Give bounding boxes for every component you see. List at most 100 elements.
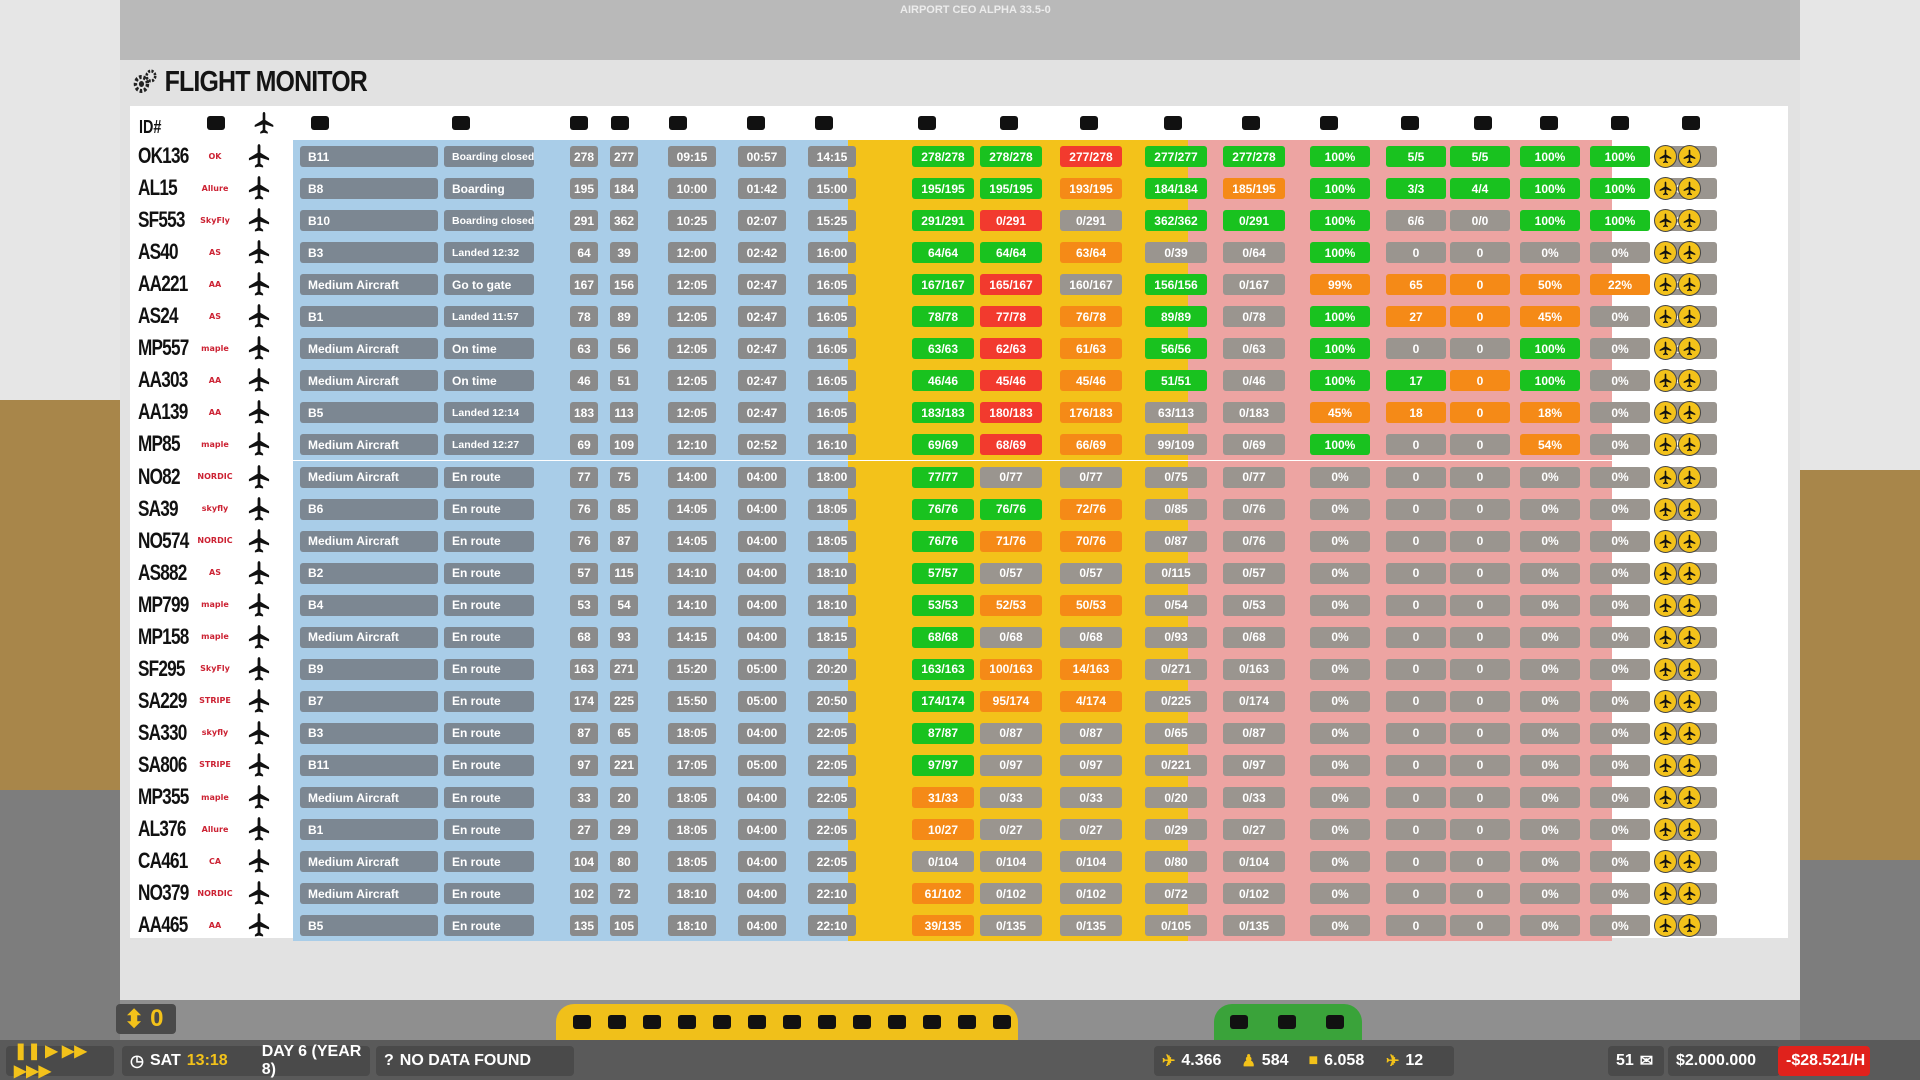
vehicle-build-icon[interactable] <box>1323 1010 1347 1034</box>
table-row[interactable]: NO574 NORDIC Medium Aircraft En route 76 87 14… <box>130 524 1788 557</box>
table-row[interactable]: AA465 AA B5 En route 135 105 18:10 04:00 22:10 39… <box>130 909 1788 942</box>
view-flight-button[interactable] <box>1678 497 1701 521</box>
table-row[interactable]: SF295 SkyFly B9 En route 163 271 15:20 05:00 20:… <box>130 652 1788 685</box>
view-flight-button[interactable] <box>1678 145 1701 168</box>
table-row[interactable]: AS40 AS B3 Landed 12:32 64 39 12:00 02:42 16:00 6… <box>130 236 1788 269</box>
level-box[interactable]: ⬍ 0 <box>116 1004 176 1034</box>
follow-aircraft-button[interactable] <box>1654 465 1677 489</box>
mail-box[interactable]: 51 ✉ <box>1608 1046 1664 1076</box>
table-row[interactable]: SA229 STRIPE B7 En route 174 225 15:50 05:00 20:… <box>130 684 1788 717</box>
checkin-desk-icon[interactable] <box>570 1010 594 1034</box>
table-row[interactable]: CA461 CA Medium Aircraft En route 104 80 18:05… <box>130 845 1788 878</box>
follow-aircraft-button[interactable] <box>1654 721 1677 745</box>
stand-field[interactable]: B3 <box>300 722 438 744</box>
stand-field[interactable]: B1 <box>300 819 438 841</box>
security-icon[interactable] <box>745 1010 769 1034</box>
table-row[interactable]: AA139 AA B5 Landed 12:14 183 113 12:05 02:47 16:… <box>130 396 1788 429</box>
view-flight-button[interactable] <box>1678 818 1701 842</box>
shop-icon[interactable] <box>850 1010 874 1034</box>
refresh-icon[interactable] <box>1227 1010 1251 1034</box>
stand-field[interactable]: Medium Aircraft <box>300 466 438 488</box>
table-row[interactable]: SA39 skyfly B6 En route 76 85 14:05 04:00 18:05 7… <box>130 492 1788 525</box>
table-row[interactable]: SA806 STRIPE B11 En route 97 221 17:05 05:00 22:… <box>130 748 1788 781</box>
table-row[interactable]: SF553 SkyFly B10 Boarding closed 291 362 10:25… <box>130 204 1788 237</box>
follow-aircraft-button[interactable] <box>1654 786 1677 809</box>
table-row[interactable]: AS882 AS B2 En route 57 115 14:10 04:00 18:10 57/… <box>130 556 1788 589</box>
stand-field[interactable]: B10 <box>300 210 438 232</box>
stand-field[interactable]: B4 <box>300 594 438 616</box>
follow-aircraft-button[interactable] <box>1654 753 1677 777</box>
follow-aircraft-button[interactable] <box>1654 561 1677 585</box>
view-flight-button[interactable] <box>1678 625 1701 649</box>
follow-aircraft-button[interactable] <box>1654 593 1677 617</box>
stand-field[interactable]: Medium Aircraft <box>300 787 438 808</box>
aircraft-tool-icon[interactable] <box>605 1010 629 1034</box>
baggage-icon[interactable] <box>780 1010 804 1034</box>
stand-field[interactable]: Medium Aircraft <box>300 530 438 552</box>
alert-box[interactable]: ? NO DATA FOUND <box>376 1046 574 1076</box>
view-flight-button[interactable] <box>1678 721 1701 745</box>
grid-icon[interactable] <box>1275 1010 1299 1034</box>
view-flight-button[interactable] <box>1678 657 1701 681</box>
stand-field[interactable]: B2 <box>300 562 438 584</box>
view-flight-button[interactable] <box>1678 529 1701 553</box>
stand-field[interactable]: B5 <box>300 915 438 937</box>
stand-field[interactable]: Medium Aircraft <box>300 883 438 905</box>
view-flight-button[interactable] <box>1678 177 1701 201</box>
plant-icon[interactable] <box>955 1010 979 1034</box>
follow-aircraft-button[interactable] <box>1654 689 1677 713</box>
table-row[interactable]: AA221 AA Medium Aircraft Go to gate 167 156 12… <box>130 268 1788 301</box>
table-row[interactable]: AL15 Allure B8 Boarding 195 184 10:00 01:42 15:0… <box>130 172 1788 205</box>
follow-aircraft-button[interactable] <box>1654 882 1677 906</box>
table-row[interactable]: AL376 Allure B1 En route 27 29 18:05 04:00 22:05… <box>130 813 1788 846</box>
view-flight-button[interactable] <box>1678 786 1701 809</box>
stand-field[interactable]: Medium Aircraft <box>300 274 438 296</box>
follow-aircraft-button[interactable] <box>1654 177 1677 201</box>
stand-field[interactable]: B9 <box>300 658 438 680</box>
follow-aircraft-button[interactable] <box>1654 625 1677 649</box>
stand-field[interactable]: B6 <box>300 498 438 520</box>
speed-controls[interactable]: ❚❚ ▶ ▶▶ ▶▶▶ <box>6 1043 114 1080</box>
stand-field[interactable]: Medium Aircraft <box>300 851 438 873</box>
table-row[interactable]: OK136 OK B11 Boarding closed 278 277 09:15 00:5… <box>130 140 1788 172</box>
table-row[interactable]: SA330 skyfly B3 En route 87 65 18:05 04:00 22:05… <box>130 716 1788 749</box>
follow-aircraft-button[interactable] <box>1654 818 1677 842</box>
seating-icon[interactable] <box>920 1010 944 1034</box>
view-flight-button[interactable] <box>1678 241 1701 265</box>
view-flight-button[interactable] <box>1678 753 1701 777</box>
table-row[interactable]: MP85 maple Medium Aircraft Landed 12:27 69 10… <box>130 428 1788 461</box>
table-row[interactable]: MP799 maple B4 En route 53 54 14:10 04:00 18:10 5… <box>130 588 1788 621</box>
stand-field[interactable]: B5 <box>300 402 438 424</box>
table-row[interactable]: AS24 AS B1 Landed 11:57 78 89 12:05 02:47 16:05 7… <box>130 300 1788 333</box>
follow-aircraft-button[interactable] <box>1654 209 1677 233</box>
stack-icon[interactable] <box>990 1010 1014 1034</box>
table-row[interactable]: MP355 maple Medium Aircraft En route 33 20 18:… <box>130 781 1788 813</box>
follow-aircraft-button[interactable] <box>1654 850 1677 874</box>
stand-field[interactable]: Medium Aircraft <box>300 338 438 360</box>
stand-field[interactable]: Medium Aircraft <box>300 434 438 456</box>
stand-field[interactable]: B8 <box>300 178 438 200</box>
stand-field[interactable]: B7 <box>300 690 438 712</box>
table-row[interactable]: MP158 maple Medium Aircraft En route 68 93 14:… <box>130 620 1788 653</box>
follow-aircraft-button[interactable] <box>1654 145 1677 168</box>
stand-field[interactable]: B1 <box>300 306 438 328</box>
view-flight-button[interactable] <box>1678 465 1701 489</box>
follow-aircraft-button[interactable] <box>1654 657 1677 681</box>
stand-field[interactable]: Medium Aircraft <box>300 370 438 392</box>
stand-field[interactable]: B11 <box>300 146 438 167</box>
follow-aircraft-button[interactable] <box>1654 241 1677 265</box>
stand-field[interactable]: B11 <box>300 754 438 776</box>
staff-icon[interactable] <box>710 1010 734 1034</box>
view-flight-button[interactable] <box>1678 561 1701 585</box>
vehicle-icon[interactable] <box>640 1010 664 1034</box>
view-flight-button[interactable] <box>1678 850 1701 874</box>
stand-field[interactable]: Medium Aircraft <box>300 626 438 648</box>
view-flight-button[interactable] <box>1678 593 1701 617</box>
view-flight-button[interactable] <box>1678 689 1701 713</box>
gate-icon[interactable] <box>815 1010 839 1034</box>
food-icon[interactable] <box>885 1010 909 1034</box>
luggage-icon[interactable] <box>675 1010 699 1034</box>
follow-aircraft-button[interactable] <box>1654 497 1677 521</box>
table-row[interactable]: MP557 maple Medium Aircraft On time 63 56 12:0… <box>130 332 1788 365</box>
view-flight-button[interactable] <box>1678 209 1701 233</box>
